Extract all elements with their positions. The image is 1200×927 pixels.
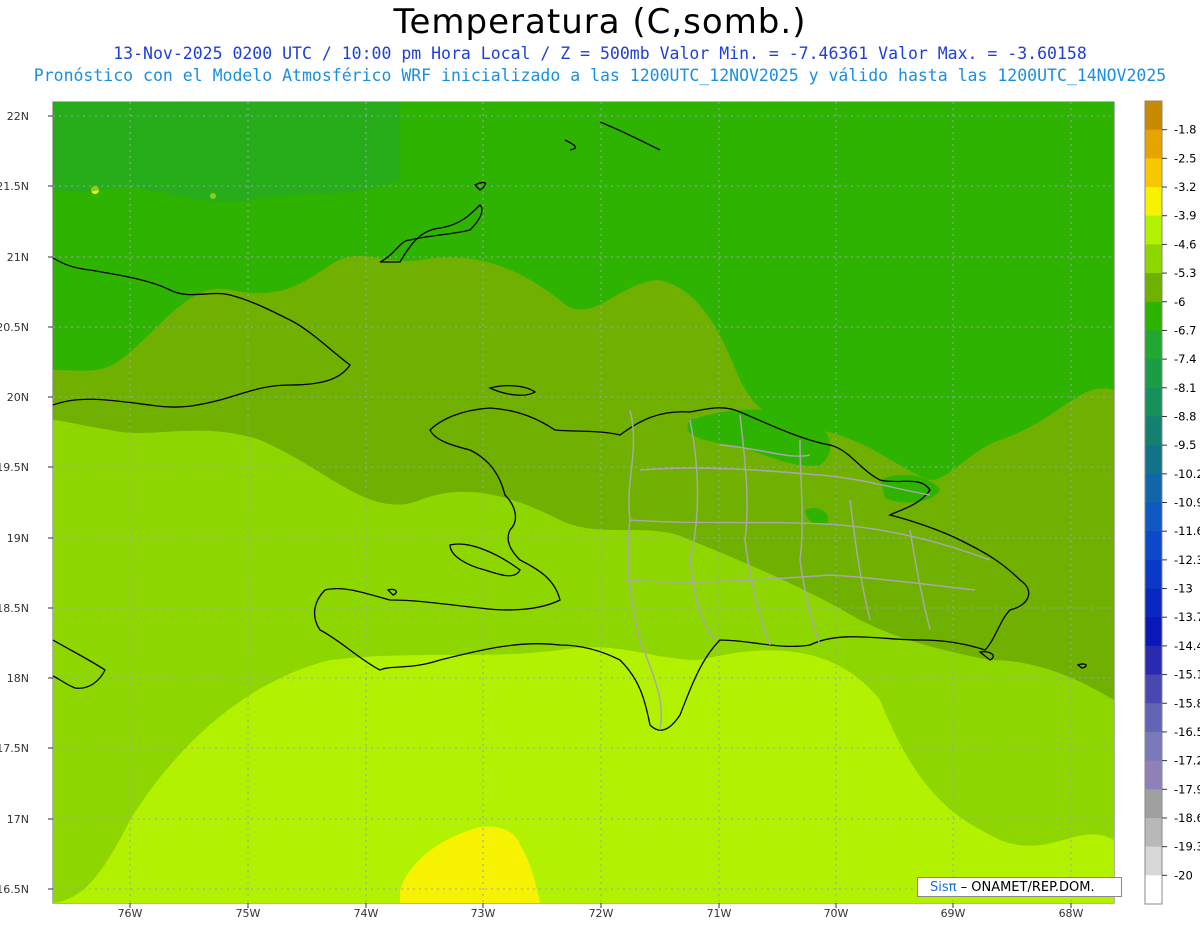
colorbar-swatch xyxy=(1145,674,1162,704)
lat-tick-label: 16.5N xyxy=(0,883,29,896)
lat-tick-label: 21N xyxy=(7,251,29,264)
lat-tick-label: 18.5N xyxy=(0,602,29,615)
colorbar-label: -16.5 xyxy=(1174,725,1200,739)
colorbar-label: -14.4 xyxy=(1174,639,1200,653)
colorbar-swatch xyxy=(1145,301,1162,331)
lon-tick-label: 76W xyxy=(118,907,143,920)
colorbar-swatch xyxy=(1145,846,1162,876)
colorbar-label: -18.6 xyxy=(1174,811,1200,825)
colorbar-swatch xyxy=(1145,531,1162,561)
colorbar-label: -11.6 xyxy=(1174,524,1200,538)
credit-text: – ONAMET/REP.DOM. xyxy=(956,880,1095,895)
colorbar-swatch xyxy=(1145,703,1162,733)
colorbar-swatch xyxy=(1145,129,1162,159)
lat-tick-labels: 22N 21.5N 21N 20.5N 20N 19.5N 19N 18.5N 18N 17.5N… xyxy=(0,110,53,896)
colorbar-label: -3.9 xyxy=(1174,209,1196,223)
map-title: Temperatura (C,somb.) xyxy=(393,2,807,42)
colorbar-label: -10.9 xyxy=(1174,496,1200,510)
colorbar-label: -12.3 xyxy=(1174,553,1200,567)
colorbar-label: -17.2 xyxy=(1174,754,1200,768)
credit-box: Sisπ – ONAMET/REP.DOM. xyxy=(917,877,1122,897)
lat-tick-label: 20N xyxy=(7,391,29,404)
colorbar-label: -8.1 xyxy=(1174,381,1196,395)
lat-tick-label: 18N xyxy=(7,672,29,685)
colorbar-label: -7.4 xyxy=(1174,352,1196,366)
temperature-field xyxy=(53,102,1114,903)
colorbar-swatch xyxy=(1145,645,1162,676)
colorbar-swatch xyxy=(1145,559,1162,590)
colorbar-label: -15.1 xyxy=(1174,668,1200,682)
colorbar-label: -8.8 xyxy=(1174,409,1196,423)
colorbar-label: -4.6 xyxy=(1174,237,1196,251)
colorbar-swatches xyxy=(1144,100,1163,905)
lon-tick-label: 73W xyxy=(471,907,496,920)
colorbar-swatch xyxy=(1145,416,1162,446)
colorbar-label: -17.9 xyxy=(1174,782,1200,796)
colorbar-swatch xyxy=(1145,789,1162,819)
colorbar-swatch xyxy=(1145,473,1162,503)
colorbar-swatch xyxy=(1145,760,1162,790)
colorbar-swatch xyxy=(1145,502,1162,532)
colorbar-swatch xyxy=(1145,588,1162,618)
colorbar-label: -6.7 xyxy=(1174,323,1196,337)
lon-tick-labels: 76W 75W 74W 73W 72W 71W 70W 69W 68W xyxy=(118,903,1084,920)
sispi-logo: Sisπ xyxy=(930,880,957,895)
colorbar-label: -6 xyxy=(1174,295,1185,309)
valid-time-line: 13-Nov-2025 0200 UTC / 10:00 pm Hora Loc… xyxy=(113,44,1087,63)
colorbar-swatch xyxy=(1145,158,1162,188)
colorbar-swatch xyxy=(1145,817,1162,848)
lon-tick-label: 71W xyxy=(707,907,732,920)
lat-tick-label: 17.5N xyxy=(0,742,29,755)
lat-tick-label: 19N xyxy=(7,532,29,545)
lat-tick-label: 17N xyxy=(7,813,29,826)
lat-tick-label: 21.5N xyxy=(0,180,29,193)
colorbar-swatch xyxy=(1145,101,1162,131)
colorbar-swatch xyxy=(1145,187,1162,217)
colorbar-label: -19.3 xyxy=(1174,840,1200,854)
lat-tick-label: 22N xyxy=(7,110,29,123)
lon-axis: 76W 75W 74W 73W 72W 71W 70W 69W 68W xyxy=(118,903,1084,920)
lon-tick-label: 69W xyxy=(941,907,966,920)
colorbar-label: -3.2 xyxy=(1174,180,1196,194)
colorbar-swatch xyxy=(1145,330,1162,360)
lon-tick-label: 75W xyxy=(236,907,261,920)
colorbar-label: -15.8 xyxy=(1174,696,1200,710)
lat-tick-label: 20.5N xyxy=(0,321,29,334)
colorbar-label: -10.2 xyxy=(1174,467,1200,481)
lon-tick-label: 70W xyxy=(824,907,849,920)
colorbar-swatch xyxy=(1145,215,1162,245)
colorbar-swatch xyxy=(1145,875,1162,905)
temperature-map: 22N 21.5N 21N 20.5N 20N 19.5N 19N 18.5N 18N 17.5N… xyxy=(0,100,1200,920)
colorbar-label: -20 xyxy=(1174,868,1193,882)
lat-axis: 22N 21.5N 21N 20.5N 20N 19.5N 19N 18.5N 18N 17.5N… xyxy=(0,110,53,896)
colorbar-label: -13 xyxy=(1174,582,1193,596)
colorbar-label: -5.3 xyxy=(1174,266,1196,280)
model-info-line: Pronóstico con el Modelo Atmosférico WRF… xyxy=(33,66,1167,85)
colorbar-swatch xyxy=(1145,445,1162,475)
colorbar-labels: -1.8 -2.5 -3.2 -3.9 -4.6 -5.3 -6 -6.7 -7.4 -8.1 -8… xyxy=(1162,123,1200,882)
colorbar-label: -2.5 xyxy=(1174,151,1196,165)
colorbar-swatch xyxy=(1145,617,1162,647)
colorbar-swatch xyxy=(1145,731,1162,762)
colorbar-swatch xyxy=(1145,273,1162,303)
colorbar-swatch xyxy=(1145,244,1162,274)
colorbar-label: -1.8 xyxy=(1174,123,1196,137)
lat-tick-label: 19.5N xyxy=(0,461,29,474)
lon-tick-label: 68W xyxy=(1059,907,1084,920)
colorbar-swatch xyxy=(1145,387,1162,417)
lon-tick-label: 72W xyxy=(589,907,614,920)
colorbar-label: -9.5 xyxy=(1174,438,1196,452)
colorbar-label: -13.7 xyxy=(1174,610,1200,624)
colorbar: -1.8 -2.5 -3.2 -3.9 -4.6 -5.3 -6 -6.7 -7.4 -8.1 -8… xyxy=(1144,100,1200,905)
lon-tick-label: 74W xyxy=(354,907,379,920)
colorbar-swatch xyxy=(1145,359,1162,389)
